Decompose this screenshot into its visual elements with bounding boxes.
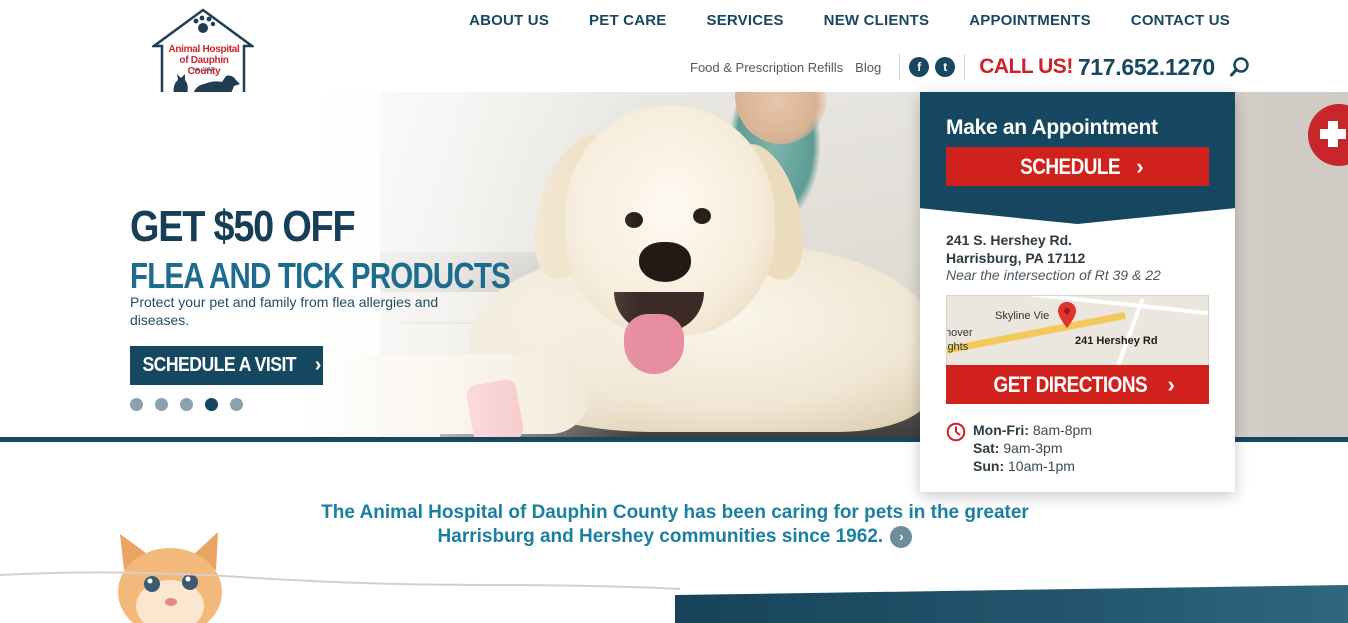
refills-link[interactable]: Food & Prescription Refills: [690, 60, 843, 75]
appointment-title: Make an Appointment: [946, 116, 1158, 139]
slider-dot[interactable]: [155, 398, 168, 411]
map-road: [1113, 297, 1145, 366]
nav-appointments[interactable]: APPOINTMENTS: [969, 12, 1091, 29]
divider: [899, 54, 901, 80]
chevron-right-icon: ›: [314, 354, 322, 376]
chevron-right-icon: ›: [1167, 371, 1175, 397]
schedule-button[interactable]: SCHEDULE ›: [946, 147, 1209, 186]
address-line-2: Harrisburg, PA 17112: [946, 250, 1086, 266]
search-icon[interactable]: [1229, 56, 1251, 78]
map-pin-label: 241 Hershey Rd: [1075, 335, 1158, 347]
appointment-panel: Make an Appointment SCHEDULE › 241 S. He…: [920, 92, 1235, 492]
address-line-1: 241 S. Hershey Rd.: [946, 232, 1073, 248]
schedule-visit-button[interactable]: SCHEDULE A VISIT ›: [130, 346, 323, 385]
slider-dot[interactable]: [230, 398, 243, 411]
call-us-label: CALL US!: [979, 55, 1073, 78]
location-map[interactable]: Skyline Vie nover ights 241 Hershey Rd: [946, 295, 1209, 367]
nav-about-us[interactable]: ABOUT US: [469, 12, 549, 29]
intro-statement: The Animal Hospital of Dauphin County ha…: [321, 502, 1029, 548]
clock-icon: [946, 422, 966, 442]
map-place-label: nover: [946, 327, 973, 339]
slider-dot-active[interactable]: [205, 398, 218, 411]
cross-vertical: [1328, 121, 1338, 147]
chevron-right-icon: ›: [1136, 153, 1143, 179]
slider-dot[interactable]: [130, 398, 143, 411]
hero-photo-dog-eye: [693, 208, 711, 224]
schedule-visit-label: SCHEDULE A VISIT: [142, 354, 297, 376]
phone-number[interactable]: 717.652.1270: [1078, 54, 1215, 81]
nav-services[interactable]: SERVICES: [706, 12, 783, 29]
slider-dot[interactable]: [180, 398, 193, 411]
office-hours: Mon-Fri: 8am-8pm Sat: 9am-3pm Sun: 10am-…: [973, 421, 1092, 475]
hero-photo-dog-nose: [639, 242, 691, 282]
main-nav: ABOUT US PET CARE SERVICES NEW CLIENTS A…: [469, 12, 1230, 29]
promo-description: Protect your pet and family from flea al…: [130, 294, 439, 328]
blog-link[interactable]: Blog: [855, 60, 881, 75]
divider: [964, 54, 966, 80]
promo-subheadline: FLEA AND TICK PRODUCTS: [130, 255, 511, 296]
address-note: Near the intersection of Rt 39 & 22: [946, 267, 1161, 283]
read-more-arrow-icon[interactable]: ›: [890, 525, 913, 548]
twitter-icon[interactable]: t: [935, 57, 956, 77]
bottom-feature-panel: [675, 585, 1348, 623]
map-pin-icon: [1058, 302, 1076, 328]
nav-new-clients[interactable]: NEW CLIENTS: [824, 12, 930, 29]
get-directions-button[interactable]: GET DIRECTIONS ›: [946, 365, 1209, 404]
clinic-address: 241 S. Hershey Rd. Harrisburg, PA 17112: [946, 231, 1085, 267]
utility-bar: Food & Prescription Refills Blog f t CAL…: [690, 52, 1251, 82]
promo-headline: GET $50 OFF: [130, 202, 356, 251]
nav-pet-care[interactable]: PET CARE: [589, 12, 666, 29]
decorative-wave: [0, 571, 680, 590]
map-place-label: Skyline Vie: [995, 310, 1050, 322]
get-directions-label: GET DIRECTIONS: [993, 371, 1147, 397]
hours-row: Sun: 10am-1pm: [973, 458, 1075, 474]
slider-dots: [130, 398, 243, 411]
logo-established: est. 1962: [192, 67, 214, 73]
map-place-label: ights: [946, 341, 969, 353]
nav-contact-us[interactable]: CONTACT US: [1131, 12, 1230, 29]
hours-row: Mon-Fri: 8am-8pm: [973, 422, 1093, 438]
hours-row: Sat: 9am-3pm: [973, 440, 1063, 456]
schedule-button-label: SCHEDULE: [1020, 153, 1121, 179]
facebook-icon[interactable]: f: [909, 57, 930, 77]
